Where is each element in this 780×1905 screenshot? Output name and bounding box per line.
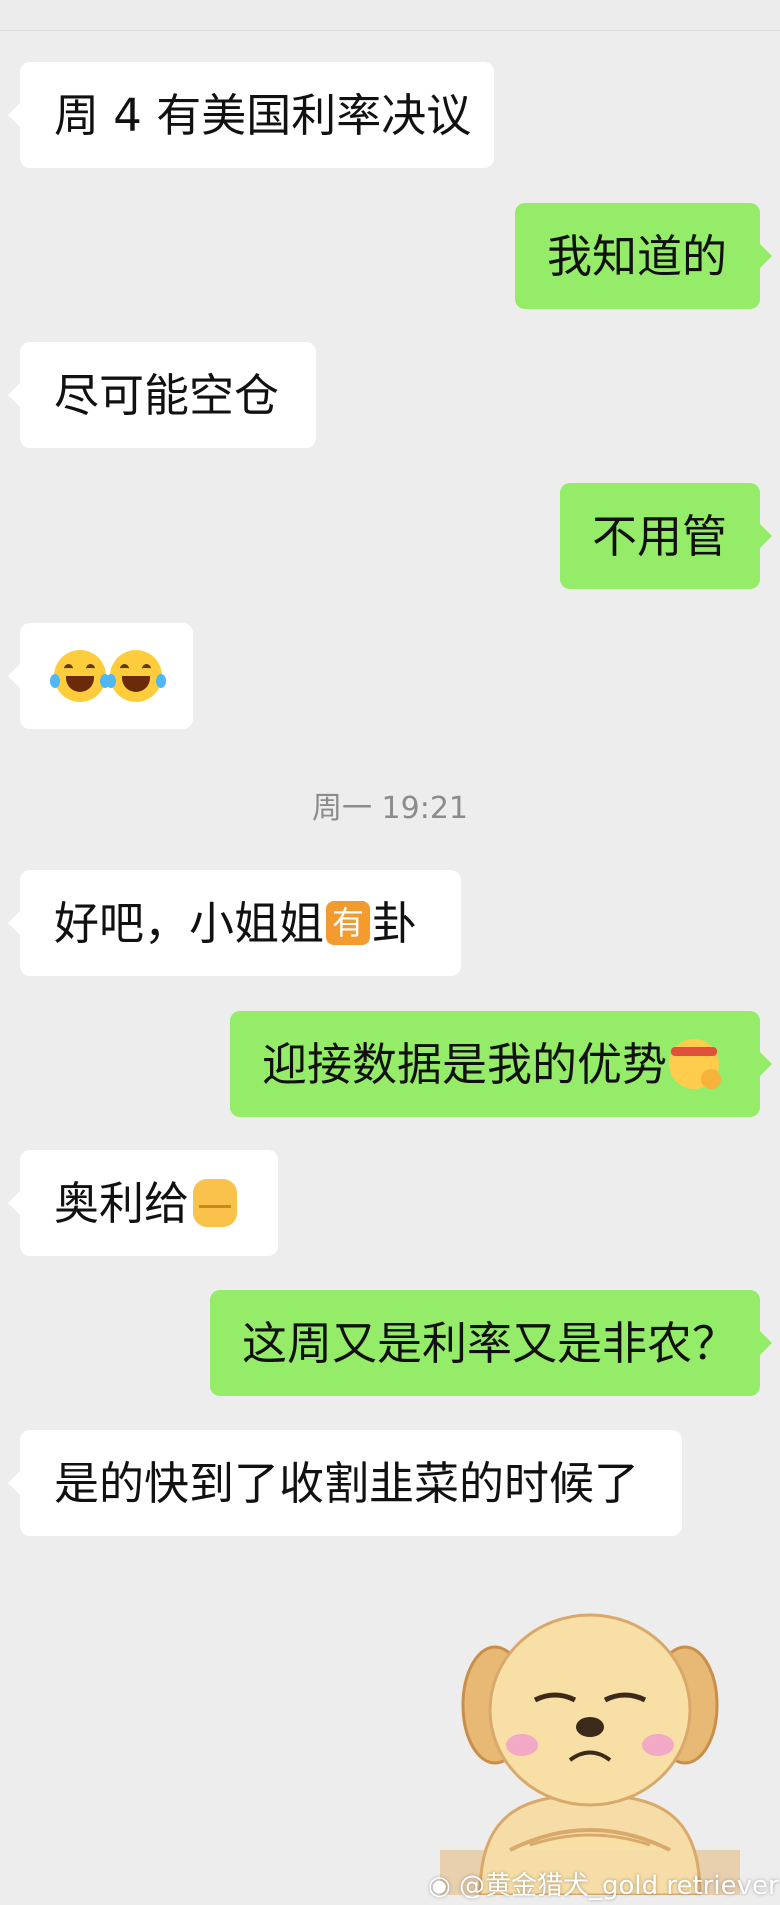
message-text: 不用管 (592, 509, 728, 563)
message-text: 卦 (372, 896, 418, 950)
message-bubble[interactable]: 奥利给 (8, 1150, 278, 1256)
message-text: 奥利给 (54, 1176, 190, 1230)
message-bubble[interactable]: 好吧，小姐姐 有 卦 (8, 870, 461, 976)
weibo-icon: ◉ (428, 1871, 451, 1901)
message-bubble[interactable]: 是的快到了收割韭菜的时候了 (8, 1430, 682, 1536)
message-bubble[interactable]: 迎接数据是我的优势 (230, 1011, 772, 1117)
laughing-crying-emoji-icon (50, 650, 110, 702)
you-badge-icon: 有 (326, 901, 371, 945)
message-text: 周 4 有美国利率决议 (54, 88, 472, 142)
watermark: ◉ @黄金猎犬_gold retriever (428, 1865, 779, 1902)
message-text: 好吧，小姐姐 (54, 896, 325, 950)
timestamp: 周一 19:21 (312, 791, 468, 826)
watermark-text: @黄金猎犬_gold retriever (458, 1871, 779, 1901)
message-bubble[interactable]: 这周又是利率又是非农？ (210, 1290, 772, 1396)
message-text: 是的快到了收割韭菜的时候了 (54, 1456, 640, 1510)
message-text: 尽可能空仓 (54, 368, 280, 422)
laughing-crying-emoji-icon (106, 650, 166, 702)
sad-dog-sticker[interactable] (440, 1595, 740, 1895)
message-bubble[interactable]: 尽可能空仓 (8, 342, 316, 448)
raised-fist-icon (193, 1179, 238, 1227)
chat-area[interactable]: 周 4 有美国利率决议 我知道的 尽可能空仓 不用管 周一 19:21 好吧，小… (0, 0, 780, 1905)
message-bubble[interactable]: 周 4 有美国利率决议 (8, 62, 494, 168)
message-bubble[interactable]: 不用管 (560, 483, 772, 589)
message-bubble[interactable]: 我知道的 (515, 203, 772, 309)
message-text: 我知道的 (547, 229, 728, 283)
message-text: 迎接数据是我的优势 (262, 1037, 668, 1091)
message-text: 这周又是利率又是非农？ (242, 1316, 738, 1370)
hushed-face-headband-icon (669, 1039, 722, 1089)
message-bubble[interactable] (8, 623, 193, 729)
